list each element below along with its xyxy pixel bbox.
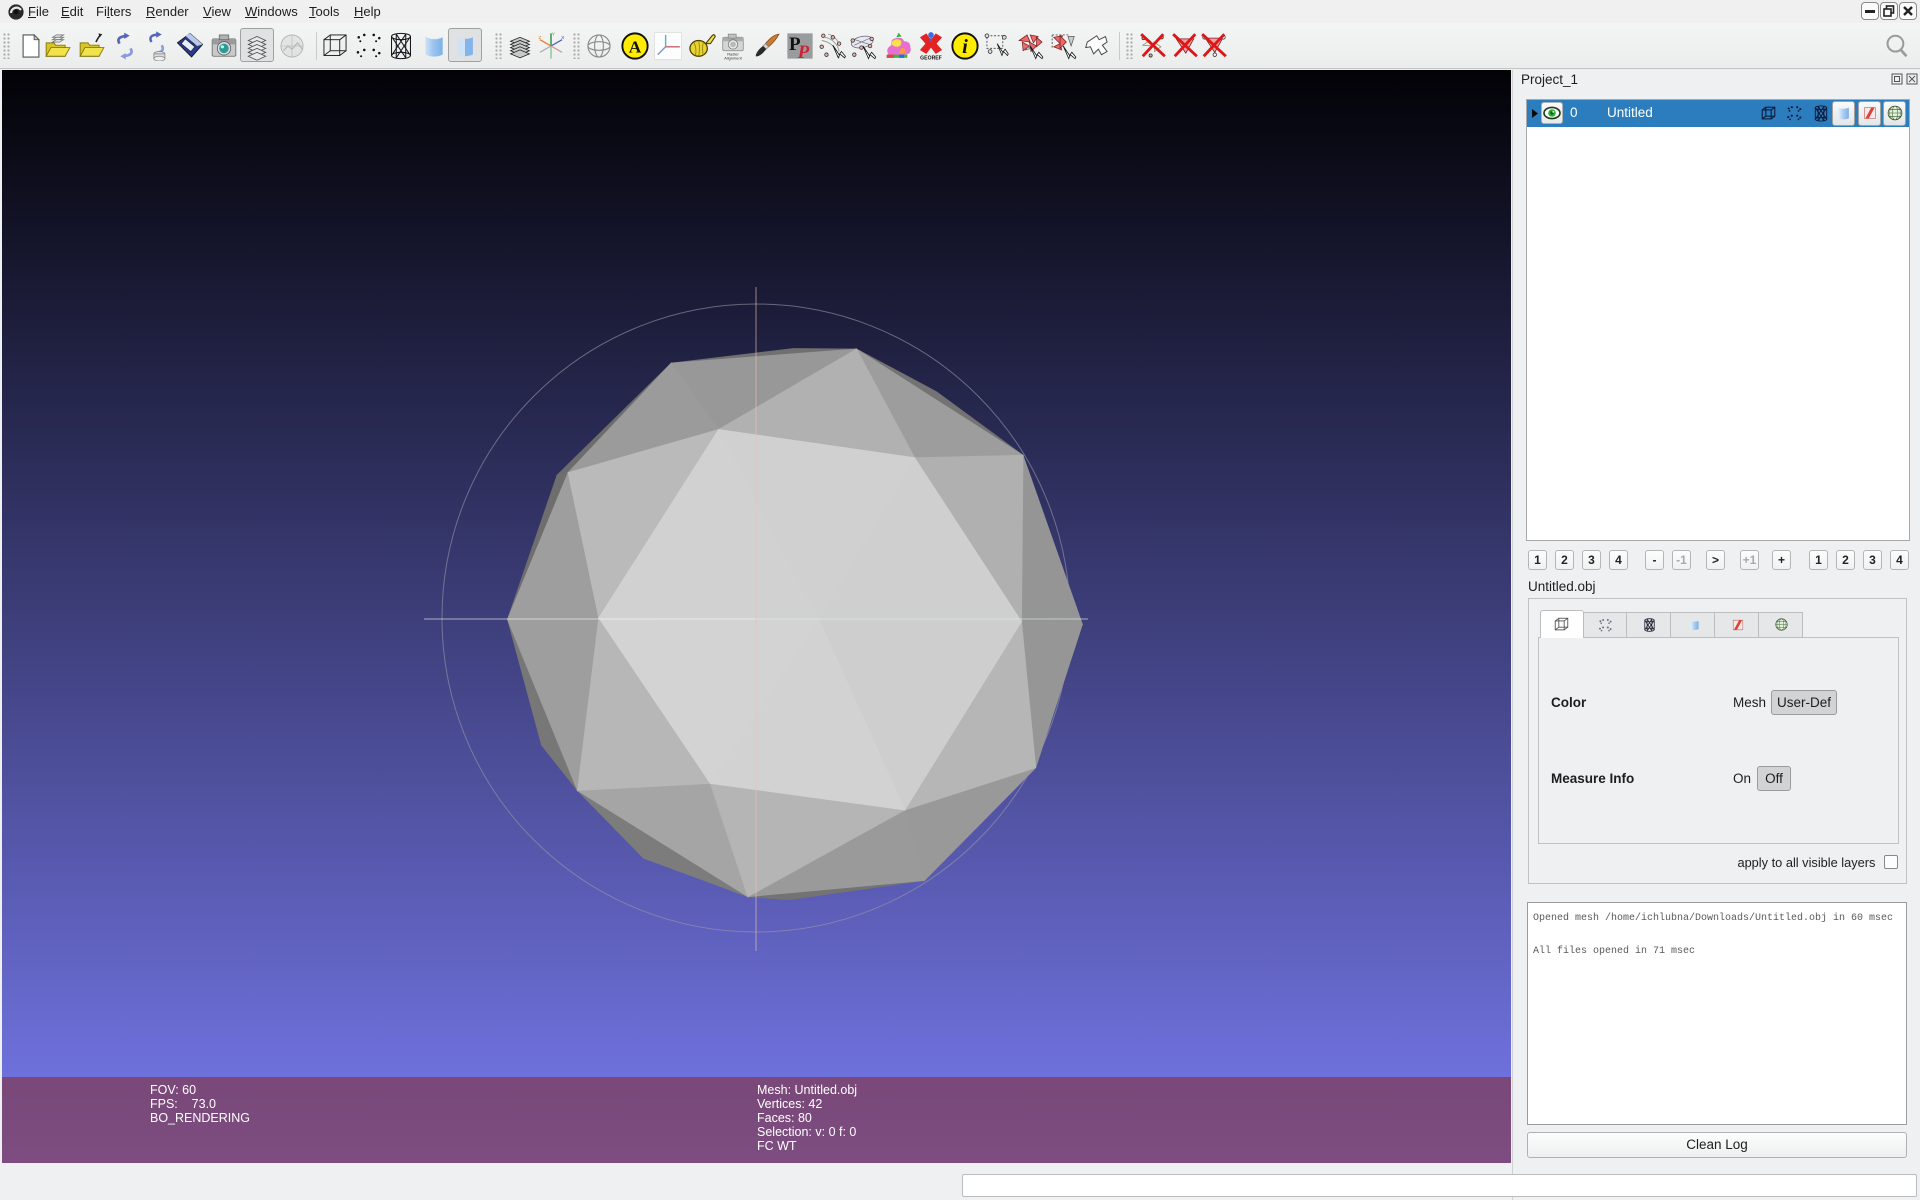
svg-text:P: P xyxy=(797,42,810,61)
svg-text:i: i xyxy=(962,36,968,58)
svg-text:GEOREF: GEOREF xyxy=(920,55,942,61)
svg-text:A: A xyxy=(629,37,642,56)
svg-text:Alignment: Alignment xyxy=(724,55,742,60)
svg-text:X: X xyxy=(561,35,565,41)
svg-text:Y: Y xyxy=(552,32,556,38)
svg-text:Z: Z xyxy=(538,35,541,41)
